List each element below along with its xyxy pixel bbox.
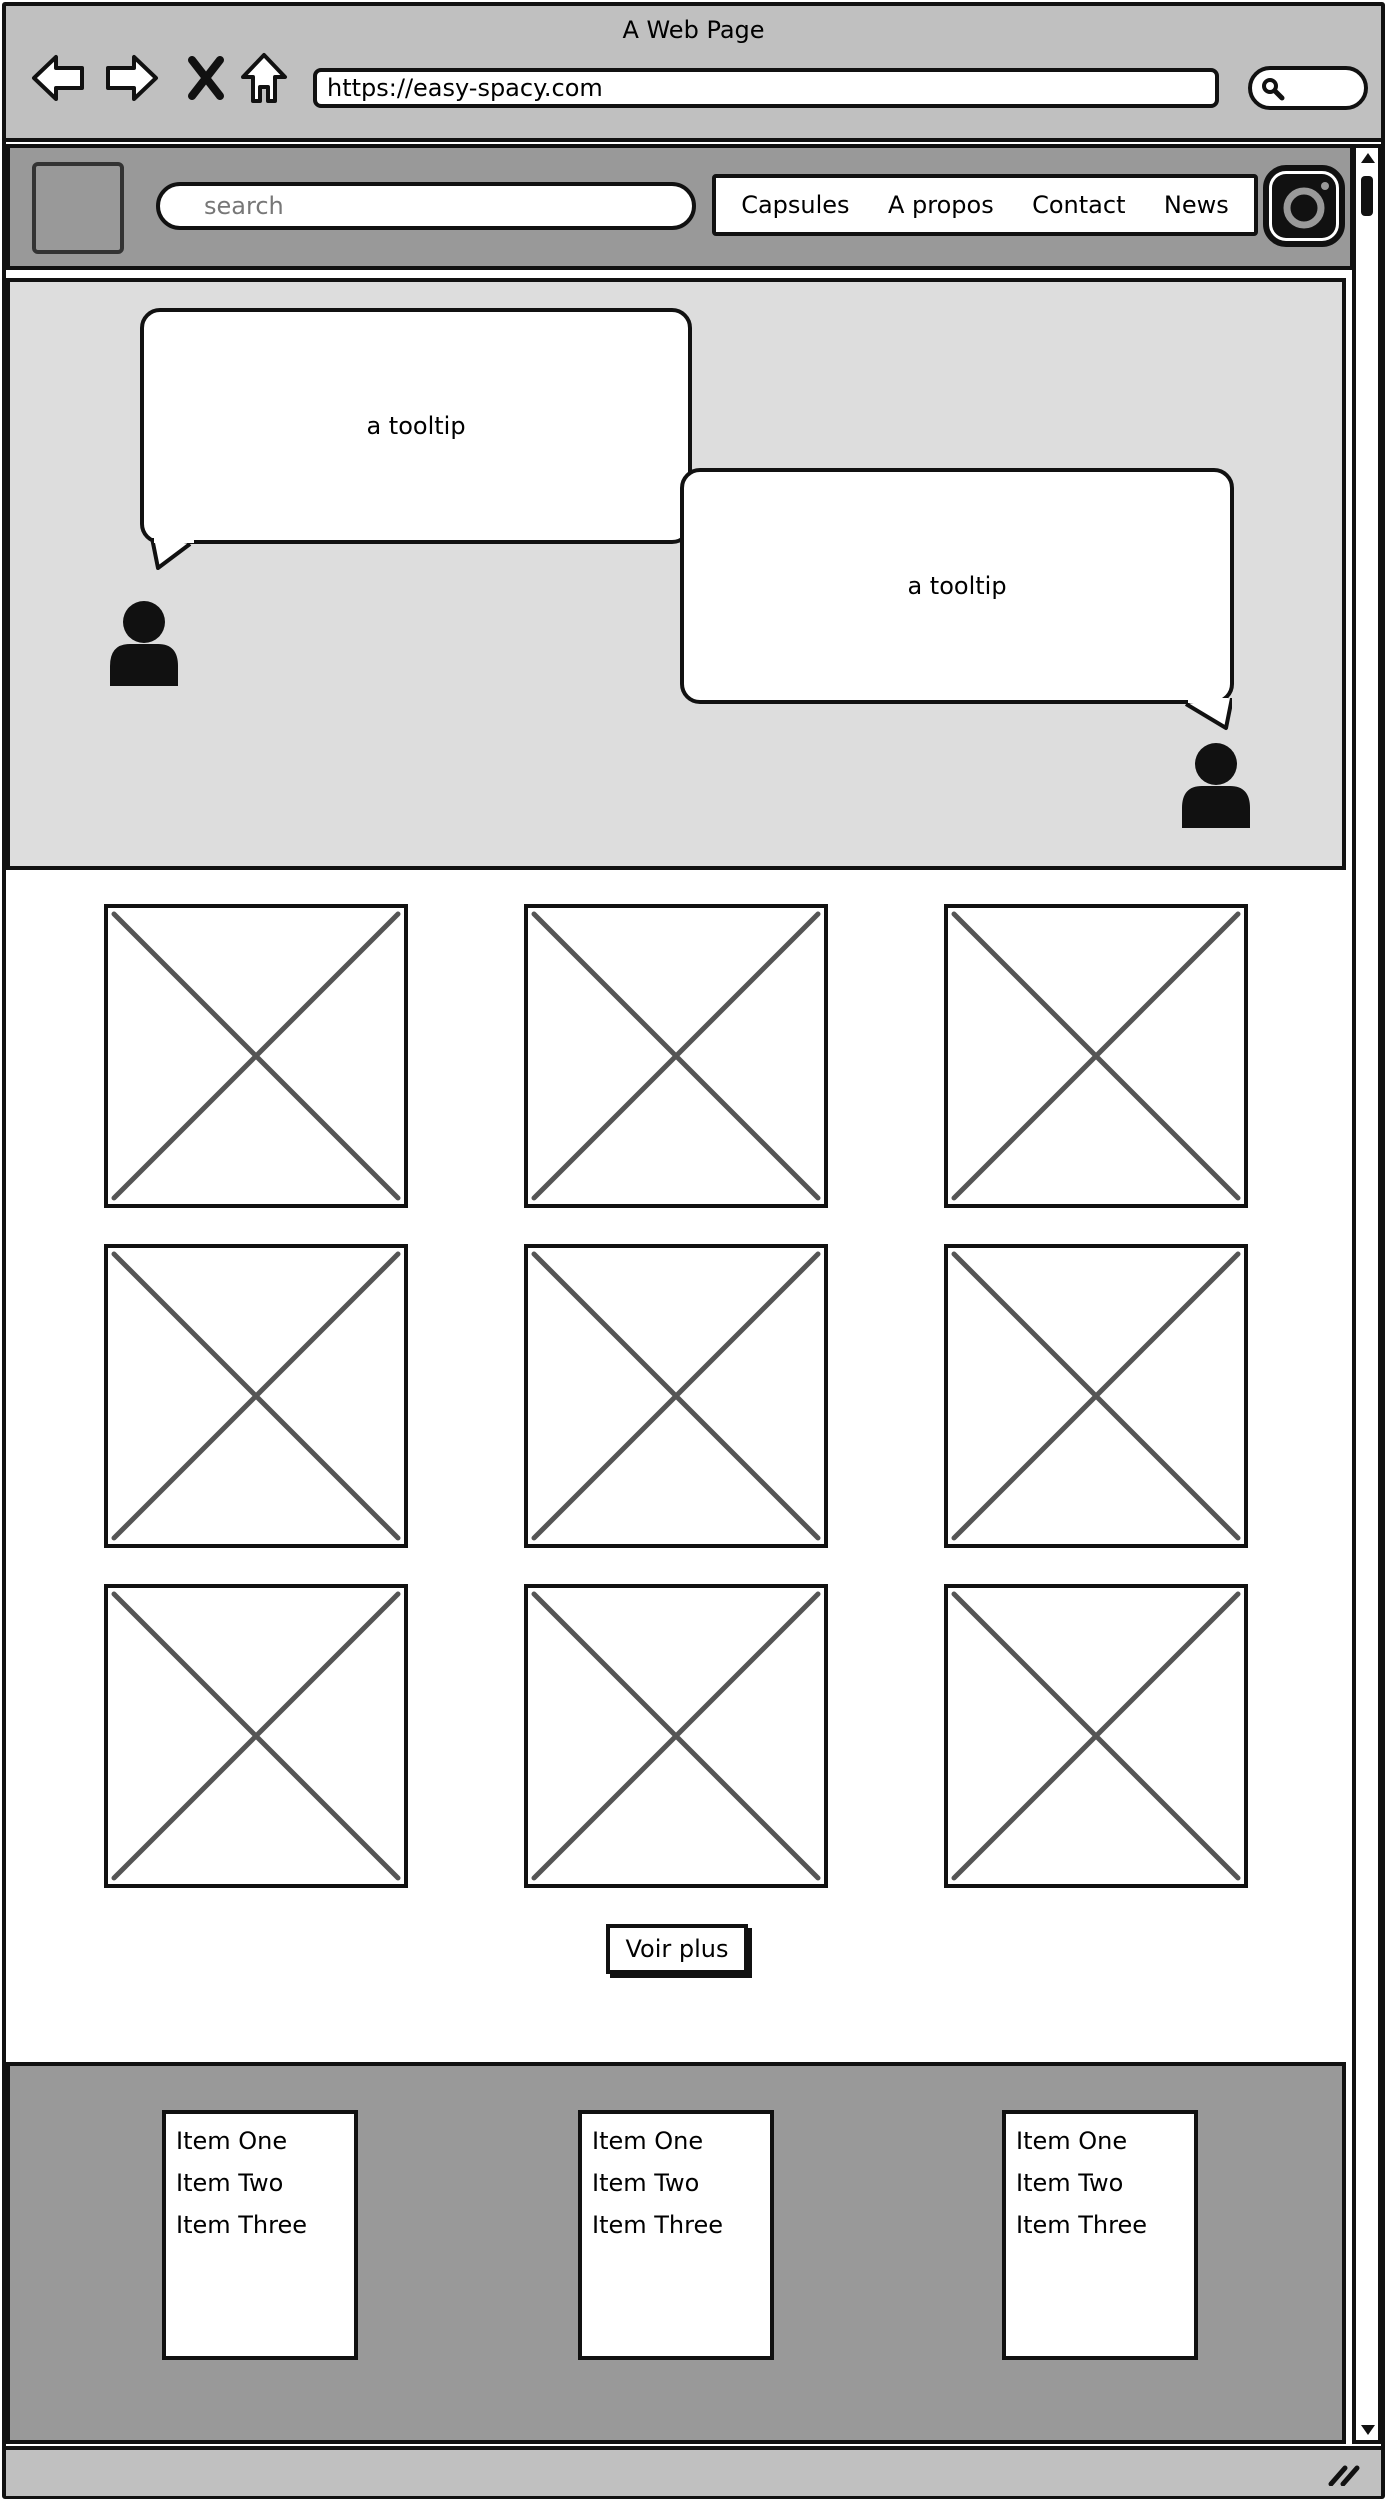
instagram-icon bbox=[1263, 165, 1345, 247]
window-title: A Web Page bbox=[622, 16, 765, 44]
hero-section: a tooltip a tooltip bbox=[6, 278, 1346, 870]
list-item[interactable]: Item One bbox=[592, 2120, 760, 2162]
logo-placeholder[interactable] bbox=[32, 162, 124, 254]
list-item[interactable]: Item Two bbox=[1016, 2162, 1184, 2204]
forward-button[interactable] bbox=[104, 50, 160, 106]
image-placeholder[interactable] bbox=[524, 904, 828, 1208]
instagram-link[interactable] bbox=[1262, 164, 1346, 248]
image-placeholder[interactable] bbox=[524, 1584, 828, 1888]
tooltip-bubble: a tooltip bbox=[680, 468, 1234, 704]
list-item[interactable]: Item Three bbox=[176, 2204, 344, 2246]
image-placeholder-icon bbox=[531, 911, 821, 1201]
tooltip-text: a tooltip bbox=[907, 572, 1007, 600]
resize-grip-icon[interactable] bbox=[1327, 2462, 1361, 2486]
vertical-scrollbar[interactable] bbox=[1352, 144, 1382, 2444]
image-placeholder[interactable] bbox=[944, 904, 1248, 1208]
arrow-right-icon bbox=[106, 55, 158, 101]
scroll-down-icon[interactable] bbox=[1359, 2422, 1377, 2438]
image-placeholder[interactable] bbox=[104, 904, 408, 1208]
image-placeholder-icon bbox=[111, 1251, 401, 1541]
image-placeholder[interactable] bbox=[944, 1584, 1248, 1888]
image-placeholder-icon bbox=[531, 1251, 821, 1541]
back-button[interactable] bbox=[30, 50, 86, 106]
image-placeholder-icon bbox=[111, 911, 401, 1201]
browser-search-field[interactable] bbox=[1248, 66, 1368, 110]
image-placeholder[interactable] bbox=[104, 1244, 408, 1548]
nav-menu: Capsules A propos Contact News bbox=[712, 174, 1258, 236]
search-icon bbox=[1262, 78, 1285, 101]
list-item[interactable]: Item Three bbox=[1016, 2204, 1184, 2246]
footer: Item One Item Two Item Three Item One It… bbox=[6, 2062, 1346, 2444]
url-bar[interactable]: https://easy-spacy.com bbox=[313, 68, 1219, 108]
image-placeholder-icon bbox=[531, 1591, 821, 1881]
image-placeholder[interactable] bbox=[524, 1244, 828, 1548]
image-placeholder-icon bbox=[951, 1591, 1241, 1881]
list-item[interactable]: Item Two bbox=[176, 2162, 344, 2204]
list-item[interactable]: Item One bbox=[1016, 2120, 1184, 2162]
nav-item-contact[interactable]: Contact bbox=[1032, 191, 1125, 219]
site-header: search Capsules A propos Contact News bbox=[6, 144, 1354, 270]
list-item[interactable]: Item Two bbox=[592, 2162, 760, 2204]
voir-plus-button[interactable]: Voir plus bbox=[606, 1924, 748, 1974]
footer-list: Item One Item Two Item Three bbox=[578, 2110, 774, 2360]
user-icon bbox=[1182, 743, 1250, 828]
image-placeholder-icon bbox=[111, 1591, 401, 1881]
tooltip-tail-icon bbox=[1184, 698, 1232, 730]
stop-button[interactable] bbox=[178, 50, 234, 106]
nav-item-a-propos[interactable]: A propos bbox=[888, 191, 994, 219]
tooltip-tail-icon bbox=[150, 538, 194, 570]
user-icon bbox=[110, 601, 178, 686]
status-bar bbox=[6, 2446, 1381, 2496]
list-item[interactable]: Item One bbox=[176, 2120, 344, 2162]
image-placeholder[interactable] bbox=[944, 1244, 1248, 1548]
arrow-left-icon bbox=[32, 55, 84, 101]
close-icon bbox=[188, 56, 224, 100]
tooltip-bubble: a tooltip bbox=[140, 308, 692, 544]
home-button[interactable] bbox=[236, 50, 292, 106]
list-item[interactable]: Item Three bbox=[592, 2204, 760, 2246]
footer-list: Item One Item Two Item Three bbox=[1002, 2110, 1198, 2360]
image-placeholder-icon bbox=[951, 911, 1241, 1201]
search-input[interactable]: search bbox=[156, 182, 696, 230]
nav-item-news[interactable]: News bbox=[1164, 191, 1229, 219]
scroll-thumb[interactable] bbox=[1361, 176, 1373, 216]
footer-list: Item One Item Two Item Three bbox=[162, 2110, 358, 2360]
browser-titlebar: A Web Page https://easy-spacy.com bbox=[6, 6, 1381, 142]
scroll-up-icon[interactable] bbox=[1359, 150, 1377, 166]
home-icon bbox=[241, 53, 287, 103]
nav-item-capsules[interactable]: Capsules bbox=[741, 191, 849, 219]
image-placeholder[interactable] bbox=[104, 1584, 408, 1888]
image-placeholder-icon bbox=[951, 1251, 1241, 1541]
tooltip-text: a tooltip bbox=[366, 412, 466, 440]
